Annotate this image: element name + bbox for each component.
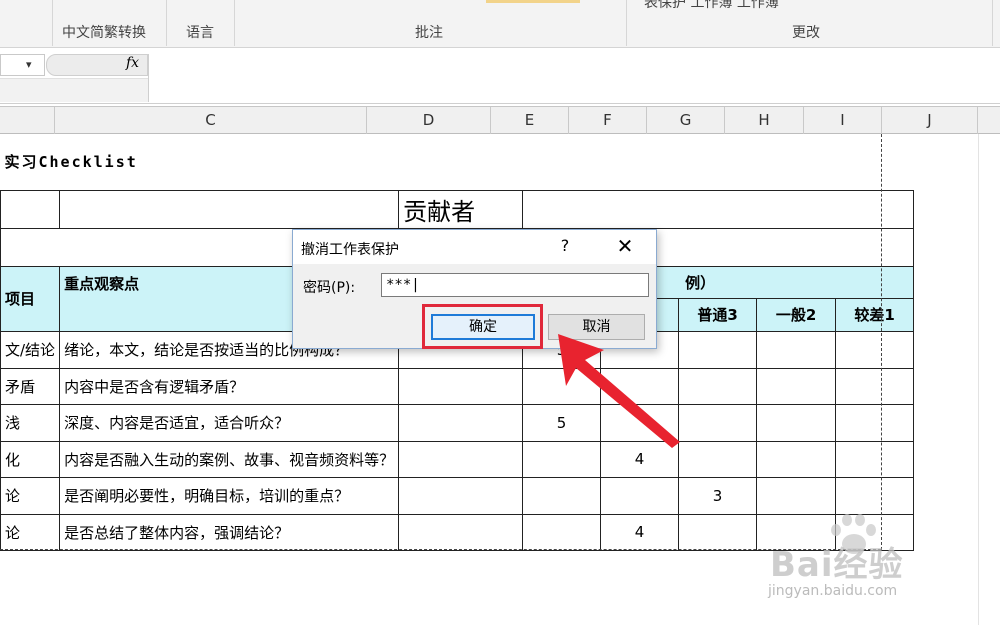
score-g[interactable] xyxy=(678,330,758,369)
row-point[interactable]: 内容是否融入生动的案例、故事、视音频资料等？ xyxy=(59,440,400,478)
ribbon-highlight-swatch xyxy=(486,0,580,3)
highlight-box xyxy=(422,304,543,349)
column-header-e[interactable]: E xyxy=(491,107,569,134)
watermark-logo: Bai经验 xyxy=(770,545,904,585)
table-cell[interactable] xyxy=(756,476,837,515)
print-area-boundary xyxy=(0,549,881,550)
score-g[interactable] xyxy=(678,367,758,405)
table-cell[interactable] xyxy=(756,330,837,369)
table-cell[interactable] xyxy=(835,403,915,442)
row-point[interactable]: 是否总结了整体内容，强调结论？ xyxy=(59,513,400,551)
print-area-boundary xyxy=(881,134,882,550)
score-f[interactable] xyxy=(600,476,680,515)
row-item[interactable]: 论 xyxy=(0,476,61,515)
header-rating-fair[interactable]: 一般2 xyxy=(756,297,837,332)
ribbon-separator xyxy=(234,0,235,46)
ribbon-separator xyxy=(626,0,627,46)
table-cell[interactable] xyxy=(59,189,400,229)
password-input[interactable]: ***| xyxy=(381,273,649,297)
row-item[interactable]: 论 xyxy=(0,513,61,551)
formula-bar-gutter xyxy=(0,78,148,102)
table-cell[interactable] xyxy=(398,403,524,442)
column-header-c[interactable]: C xyxy=(55,107,367,134)
score-g[interactable] xyxy=(678,403,758,442)
score-g[interactable] xyxy=(678,513,758,551)
contributor-value[interactable] xyxy=(522,189,915,229)
ribbon-separator xyxy=(992,0,993,46)
ribbon-partial-text: 表保护 工作簿 工作簿 xyxy=(644,0,779,11)
column-header-g[interactable]: G xyxy=(647,107,725,134)
ribbon: 表保护 工作簿 工作簿 中文简繁转换 语言 批注 更改 xyxy=(0,0,1000,48)
insert-function-icon[interactable]: fx xyxy=(126,55,139,71)
score-g[interactable]: 3 xyxy=(678,476,758,515)
watermark-url: jingyan.baidu.com xyxy=(768,583,898,599)
table-cell[interactable] xyxy=(835,476,915,515)
score-g[interactable] xyxy=(678,440,758,478)
row-item[interactable]: 矛盾 xyxy=(0,367,61,405)
row-item[interactable]: 浅 xyxy=(0,403,61,442)
column-header-d[interactable]: D xyxy=(367,107,491,134)
table-cell[interactable] xyxy=(398,440,524,478)
table-cell[interactable] xyxy=(398,476,524,515)
table-cell[interactable] xyxy=(835,440,915,478)
row-point[interactable]: 内容中是否含有逻辑矛盾？ xyxy=(59,367,400,405)
table-row: 矛盾 内容中是否含有逻辑矛盾？ xyxy=(0,367,915,405)
column-header-b[interactable] xyxy=(0,107,55,134)
table-row: 论 是否阐明必要性，明确目标，培训的重点？ 3 xyxy=(0,476,915,515)
ribbon-group-chinese-conversion[interactable]: 中文简繁转换 xyxy=(62,22,146,42)
table-cell[interactable] xyxy=(0,189,61,229)
contributor-label[interactable]: 贡献者 xyxy=(398,189,524,229)
table-cell[interactable] xyxy=(835,367,915,405)
name-box[interactable] xyxy=(0,54,45,76)
header-rating-normal[interactable]: 普通3 xyxy=(678,297,758,332)
row-item[interactable]: 文/结论 xyxy=(0,330,61,369)
column-header-i[interactable]: I xyxy=(804,107,882,134)
row-point[interactable]: 是否阐明必要性，明确目标，培训的重点？ xyxy=(59,476,400,515)
table-row: 化 内容是否融入生动的案例、故事、视音频资料等？ 4 xyxy=(0,440,915,478)
column-header-f[interactable]: F xyxy=(569,107,647,134)
ribbon-separator xyxy=(52,0,53,46)
column-header-row: C D E F G H I J xyxy=(0,106,1000,134)
name-box-dropdown-icon[interactable]: ▾ xyxy=(26,58,32,71)
ribbon-group-language[interactable]: 语言 xyxy=(186,22,214,42)
password-label: 密码(P): xyxy=(303,280,356,296)
score-f[interactable]: 4 xyxy=(600,513,680,551)
pointer-arrow-icon xyxy=(558,334,680,448)
formula-input[interactable] xyxy=(148,54,1000,102)
score-e[interactable] xyxy=(522,513,602,551)
table-cell[interactable] xyxy=(756,403,837,442)
row-point[interactable]: 深度、内容是否适宜，适合听众？ xyxy=(59,403,400,442)
dialog-title: 撤消工作表保护 xyxy=(301,242,399,258)
row-item[interactable]: 化 xyxy=(0,440,61,478)
header-rating-poor[interactable]: 较差1 xyxy=(835,297,915,332)
score-e[interactable] xyxy=(522,476,602,515)
column-header-j[interactable]: J xyxy=(882,107,978,134)
table-cell[interactable] xyxy=(756,367,837,405)
table-cell[interactable] xyxy=(398,367,524,405)
header-item[interactable]: 项目 xyxy=(0,265,61,332)
table-cell[interactable] xyxy=(398,513,524,551)
ribbon-separator xyxy=(166,0,167,46)
column-header-h[interactable]: H xyxy=(725,107,804,134)
ribbon-group-comments[interactable]: 批注 xyxy=(415,22,443,42)
sheet-title[interactable]: 实习Checklist xyxy=(1,134,914,190)
table-cell[interactable] xyxy=(835,330,915,369)
table-cell[interactable] xyxy=(756,440,837,478)
ribbon-group-changes[interactable]: 更改 xyxy=(792,22,820,42)
table-row: 浅 深度、内容是否适宜，适合听众？ 5 xyxy=(0,403,915,442)
gridline xyxy=(978,134,979,625)
help-icon[interactable]: ? xyxy=(555,236,575,255)
close-icon[interactable]: ✕ xyxy=(613,234,637,258)
